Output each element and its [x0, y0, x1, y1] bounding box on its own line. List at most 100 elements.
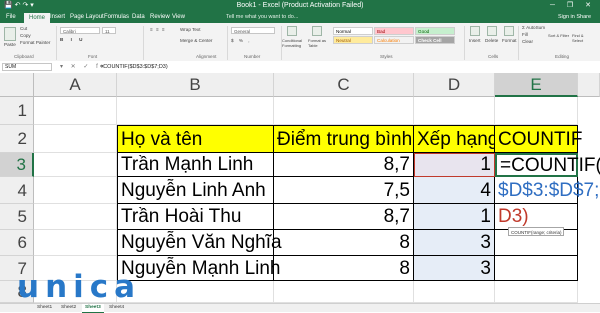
cell-a4[interactable]: [34, 177, 117, 204]
tab-file[interactable]: File: [6, 12, 16, 23]
delete-cells-button[interactable]: Delete: [485, 38, 498, 44]
column-header-f[interactable]: [578, 73, 600, 97]
cell-d6[interactable]: 3: [414, 230, 495, 256]
style-bad[interactable]: Bad: [374, 27, 414, 35]
column-header-e[interactable]: E: [495, 73, 578, 97]
cell-a6[interactable]: [34, 230, 117, 256]
cell-d5[interactable]: 1: [414, 204, 495, 230]
tell-me-box[interactable]: Tell me what you want to do...: [226, 12, 298, 23]
group-divider: [518, 26, 519, 60]
group-divider: [56, 26, 57, 60]
window-controls[interactable]: ─ ❐ ✕: [550, 1, 596, 11]
cell-c4[interactable]: 7,5: [274, 177, 414, 204]
row-header-4[interactable]: 4: [0, 177, 34, 204]
group-label-font: Font: [88, 54, 98, 59]
formula-input[interactable]: =COUNTIF($D$3:$D$7;D3): [100, 62, 168, 72]
tab-data[interactable]: Data: [132, 12, 145, 23]
sort-filter-button[interactable]: Sort & Filter: [548, 33, 570, 38]
cell-b6[interactable]: Nguyễn Văn Nghĩa: [117, 230, 282, 256]
font-style-buttons[interactable]: B I U: [60, 37, 85, 43]
conditional-formatting-button[interactable]: Conditional Formatting: [282, 38, 306, 48]
cell-a2[interactable]: [34, 125, 117, 153]
cell-a5[interactable]: [34, 204, 117, 230]
tab-insert[interactable]: Insert: [50, 12, 65, 23]
cell-e4[interactable]: $D$3:$D$7;: [495, 177, 599, 204]
cell-d3[interactable]: 1: [414, 153, 495, 177]
cell-a1[interactable]: [34, 97, 117, 125]
conditional-formatting-icon[interactable]: [287, 26, 297, 36]
cell-b1[interactable]: [117, 97, 274, 125]
row-header-1[interactable]: 1: [0, 97, 34, 125]
font-name-select[interactable]: Calibri: [60, 27, 100, 34]
paste-icon[interactable]: [4, 27, 16, 41]
clear-button[interactable]: Clear: [522, 39, 533, 45]
style-calculation[interactable]: Calculation: [374, 36, 414, 44]
style-normal[interactable]: Normal: [333, 27, 373, 35]
cell-e3-editing[interactable]: =COUNTIF(: [495, 153, 600, 177]
tab-page-layout[interactable]: Page Layout: [70, 12, 104, 23]
number-format-select[interactable]: General: [231, 27, 275, 34]
column-header-b[interactable]: B: [117, 73, 274, 97]
tab-home[interactable]: Home: [24, 13, 51, 23]
column-header-c[interactable]: C: [274, 73, 414, 97]
row-header-6[interactable]: 6: [0, 230, 34, 256]
wrap-text-button[interactable]: Wrap Text: [180, 27, 201, 33]
cell-d7[interactable]: 3: [414, 256, 495, 281]
cell-d4[interactable]: 4: [414, 177, 495, 204]
align-buttons[interactable]: ≡ ≡ ≡: [150, 27, 166, 33]
cell-a3[interactable]: [34, 153, 117, 177]
tab-review[interactable]: Review: [150, 12, 170, 23]
sheet-tab-3[interactable]: Sheet3: [82, 304, 104, 313]
ribbon: Paste Cut Copy Format Painter Clipboard …: [0, 23, 600, 62]
format-as-table-button[interactable]: Format as Table: [308, 38, 330, 48]
style-neutral[interactable]: Neutral: [333, 36, 373, 44]
cell-e8[interactable]: [495, 281, 578, 303]
format-cells-button[interactable]: Format: [502, 38, 517, 44]
insert-cells-button[interactable]: Insert: [469, 38, 481, 44]
find-select-button[interactable]: Find & Select: [572, 33, 594, 43]
format-as-table-icon[interactable]: [312, 26, 322, 36]
cell-e7[interactable]: [495, 256, 578, 281]
cell-e1[interactable]: [495, 97, 578, 125]
cell-d1[interactable]: [414, 97, 495, 125]
cell-b3[interactable]: Trần Mạnh Linh: [117, 153, 274, 177]
cell-d2[interactable]: Xếp hạng: [414, 125, 498, 153]
autosum-button[interactable]: Σ AutoSum: [522, 25, 545, 31]
delete-cells-icon[interactable]: [487, 26, 497, 36]
merge-center-button[interactable]: Merge & Center: [180, 38, 212, 44]
paste-button[interactable]: Paste: [4, 42, 16, 48]
format-cells-icon[interactable]: [504, 26, 514, 36]
number-format-buttons[interactable]: $ % ,: [231, 38, 251, 44]
sign-in-link[interactable]: Sign in Share: [558, 12, 591, 23]
cell-e2[interactable]: COUNTIF: [495, 125, 582, 153]
format-painter-button[interactable]: Format Painter: [20, 40, 50, 46]
cell-c1[interactable]: [274, 97, 414, 125]
cell-c7[interactable]: 8: [274, 256, 414, 281]
cell-c6[interactable]: 8: [274, 230, 414, 256]
font-size-select[interactable]: 11: [102, 27, 116, 34]
ribbon-tabs: File Home Insert Page Layout Formulas Da…: [0, 12, 600, 23]
row-header-2[interactable]: 2: [0, 125, 34, 153]
cell-d8[interactable]: [414, 281, 495, 303]
cell-b5[interactable]: Trần Hoài Thu: [117, 204, 274, 230]
cell-b4[interactable]: Nguyễn Linh Anh: [117, 177, 274, 204]
fill-button[interactable]: Fill: [522, 32, 528, 38]
cell-b2[interactable]: Họ và tên: [117, 125, 274, 153]
cell-c5[interactable]: 8,7: [274, 204, 414, 230]
tab-view[interactable]: View: [172, 12, 185, 23]
row-header-5[interactable]: 5: [0, 204, 34, 230]
select-all-corner[interactable]: [0, 73, 34, 97]
insert-cells-icon[interactable]: [470, 26, 480, 36]
column-header-d[interactable]: D: [414, 73, 495, 97]
style-good[interactable]: Good: [415, 27, 455, 35]
style-check-cell[interactable]: Check Cell: [415, 36, 455, 44]
tab-formulas[interactable]: Formulas: [104, 12, 129, 23]
cell-c8[interactable]: [274, 281, 414, 303]
row-header-3[interactable]: 3: [0, 153, 34, 177]
copy-button[interactable]: Copy: [20, 33, 31, 39]
cell-c2[interactable]: Điểm trung bình: [274, 125, 414, 153]
cut-button[interactable]: Cut: [20, 26, 27, 32]
name-box[interactable]: SUM: [2, 63, 52, 71]
column-header-a[interactable]: A: [34, 73, 117, 97]
cell-c3[interactable]: 8,7: [274, 153, 414, 177]
